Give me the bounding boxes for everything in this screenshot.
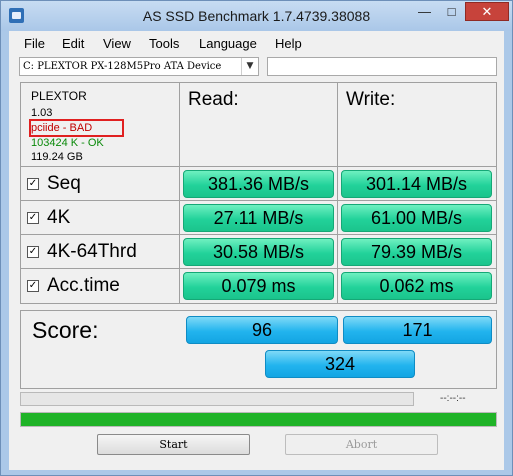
overall-progress-bar: [20, 412, 497, 427]
drive-size: 119.24 GB: [31, 151, 83, 163]
maximize-button[interactable]: □: [438, 2, 465, 21]
4k-64thrd-read-result: 30.58 MB/s: [183, 238, 334, 266]
menu-view[interactable]: View: [103, 36, 131, 51]
menu-file[interactable]: File: [24, 36, 45, 51]
drive-select[interactable]: C: PLEXTOR PX-128M5Pro ATA Device ▼: [19, 57, 259, 76]
4k-64thrd-write-result: 79.39 MB/s: [341, 238, 492, 266]
score-panel: Score: 96 171 324: [20, 310, 497, 389]
acc-time-read-result: 0.079 ms: [183, 272, 334, 300]
abort-button[interactable]: Abort: [285, 434, 438, 455]
row-label-acc-time[interactable]: ✓ Acc.time: [27, 271, 120, 301]
4k-read-result: 27.11 MB/s: [183, 204, 334, 232]
close-button[interactable]: ✕: [465, 2, 509, 21]
acc-time-checkbox[interactable]: ✓: [27, 280, 39, 292]
minimize-button[interactable]: —: [411, 2, 438, 21]
elapsed-time: --:--:--: [440, 393, 466, 404]
menu-help[interactable]: Help: [275, 36, 302, 51]
row-label-4k-64thrd[interactable]: ✓ 4K-64Thrd: [27, 237, 137, 267]
4k-checkbox[interactable]: ✓: [27, 212, 39, 224]
drive-select-value: C: PLEXTOR PX-128M5Pro ATA Device: [23, 61, 222, 72]
seq-checkbox[interactable]: ✓: [27, 178, 39, 190]
write-column-header: Write:: [346, 89, 396, 110]
chevron-down-icon[interactable]: ▼: [241, 58, 258, 75]
read-score: 96: [186, 316, 338, 344]
4k-write-result: 61.00 MB/s: [341, 204, 492, 232]
score-label: Score:: [32, 317, 99, 343]
total-score: 324: [265, 350, 415, 378]
title-bar[interactable]: AS SSD Benchmark 1.7.4739.38088 — □ ✕: [1, 1, 512, 31]
seq-write-result: 301.14 MB/s: [341, 170, 492, 198]
app-window: AS SSD Benchmark 1.7.4739.38088 — □ ✕ Fi…: [0, 0, 513, 476]
overall-progress-fill: [21, 413, 496, 426]
drive-model: PLEXTOR: [31, 89, 87, 103]
minimize-icon: —: [418, 4, 431, 19]
4k-64thrd-checkbox[interactable]: ✓: [27, 246, 39, 258]
read-column-header: Read:: [188, 89, 239, 110]
row-label-4k[interactable]: ✓ 4K: [27, 203, 70, 233]
highlight-box: [29, 119, 124, 137]
close-icon: ✕: [481, 3, 493, 19]
acc-time-write-result: 0.062 ms: [341, 272, 492, 300]
drive-info-field[interactable]: [267, 57, 497, 76]
row-label-seq[interactable]: ✓ Seq: [27, 169, 81, 199]
menu-bar: File Edit View Tools Language Help: [9, 31, 504, 53]
start-button[interactable]: Start: [97, 434, 250, 455]
menu-edit[interactable]: Edit: [62, 36, 84, 51]
results-grid: PLEXTOR 1.03 pciide - BAD 103424 K - OK …: [20, 82, 497, 304]
maximize-icon: □: [447, 4, 456, 19]
alignment-status: 103424 K - OK: [31, 137, 104, 149]
client-area: File Edit View Tools Language Help C: PL…: [9, 31, 504, 470]
write-score: 171: [343, 316, 492, 344]
test-progress-bar: [20, 392, 414, 406]
menu-tools[interactable]: Tools: [149, 36, 179, 51]
seq-read-result: 381.36 MB/s: [183, 170, 334, 198]
menu-language[interactable]: Language: [199, 36, 257, 51]
